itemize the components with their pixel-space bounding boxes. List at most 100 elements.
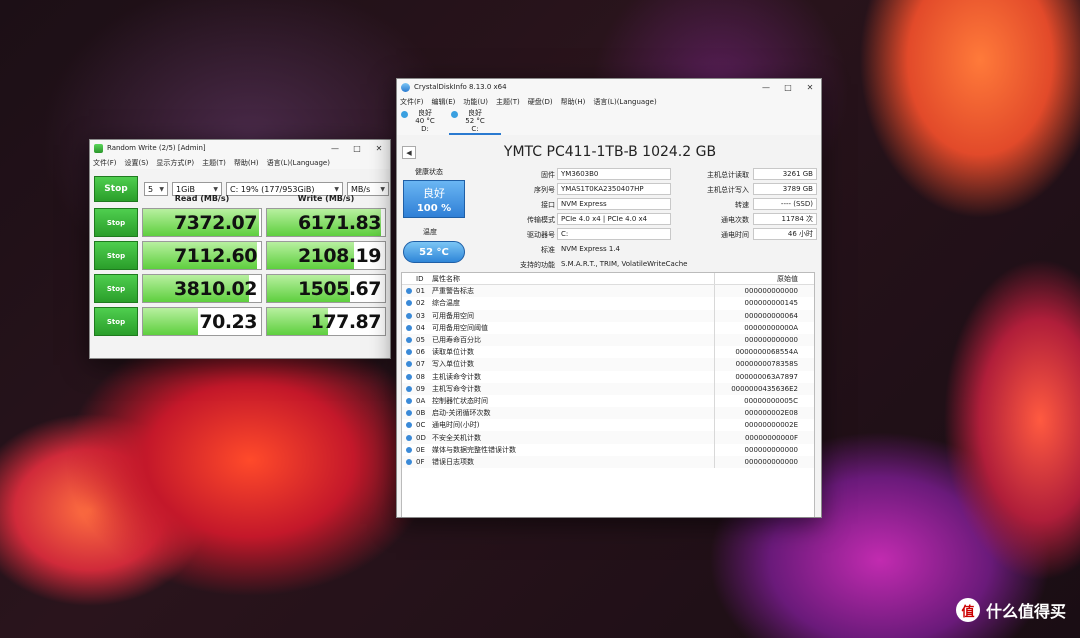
column-header-raw[interactable]: 原始值 bbox=[715, 274, 814, 284]
cdi-window-title: CrystalDiskInfo 8.13.0 x64 bbox=[414, 83, 507, 91]
row-stop-button[interactable]: Stop bbox=[94, 274, 138, 303]
column-header-name[interactable]: 属性名称 bbox=[432, 273, 715, 285]
write-value: 6171.83 bbox=[297, 212, 382, 234]
write-result-cell: 1505.67 bbox=[266, 274, 386, 303]
table-row[interactable]: 07 写入单位计数 0000000078358S bbox=[402, 358, 814, 371]
table-row[interactable]: 0B 启动-关闭循环次数 000000002E08 bbox=[402, 407, 814, 420]
attr-raw: 000000000000 bbox=[744, 445, 798, 454]
firmware-label: 固件 bbox=[541, 171, 555, 179]
cdm-menu-file[interactable]: 文件(F) bbox=[93, 158, 117, 168]
close-icon[interactable]: ✕ bbox=[368, 140, 390, 156]
attr-raw: 0000000435636E2 bbox=[731, 384, 798, 393]
table-row[interactable]: 08 主机读命令计数 000000063A7897 bbox=[402, 370, 814, 383]
status-dot-icon bbox=[406, 361, 412, 368]
drive-tab-d[interactable]: 良好 40 °C D: bbox=[399, 109, 451, 133]
status-dot-icon bbox=[406, 373, 412, 380]
write-result-cell: 6171.83 bbox=[266, 208, 386, 237]
cdm-menu-theme[interactable]: 主题(T) bbox=[202, 158, 226, 168]
cdm-menu-settings[interactable]: 设置(S) bbox=[125, 158, 149, 168]
attr-name: 不安全关机计数 bbox=[432, 431, 715, 444]
cdi-app-icon bbox=[401, 82, 410, 92]
attr-name: 已用寿命百分比 bbox=[432, 333, 715, 347]
attr-name: 媒体与数据完整性错误计数 bbox=[432, 443, 715, 456]
row-stop-button[interactable]: Stop bbox=[94, 208, 138, 237]
table-header-row: ID 属性名称 原始值 bbox=[402, 273, 814, 286]
minimize-icon[interactable]: — bbox=[755, 79, 777, 95]
drive-tab-c[interactable]: 良好 52 °C C: bbox=[449, 109, 501, 135]
attr-id: 0E bbox=[416, 445, 425, 454]
table-row[interactable]: 03 可用备用空间 000000000064 bbox=[402, 309, 814, 322]
features-label: 支持的功能 bbox=[520, 261, 555, 269]
attr-name: 通电时间(小时) bbox=[432, 419, 715, 432]
chevron-down-icon: ▼ bbox=[213, 185, 218, 193]
row-stop-button[interactable]: Stop bbox=[94, 241, 138, 270]
attr-name: 可用备用空间阈值 bbox=[432, 321, 715, 334]
status-dot-icon bbox=[406, 288, 412, 295]
row-stop-button[interactable]: Stop bbox=[94, 307, 138, 336]
cdi-menu-theme[interactable]: 主题(T) bbox=[496, 97, 520, 107]
serial-label: 序列号 bbox=[534, 186, 555, 194]
attr-id: 05 bbox=[416, 336, 425, 345]
attr-id: 07 bbox=[416, 360, 425, 369]
attr-id: 03 bbox=[416, 311, 425, 320]
write-value: 2108.19 bbox=[297, 245, 382, 267]
attr-id: 01 bbox=[416, 287, 425, 296]
table-row[interactable]: 0E 媒体与数据完整性错误计数 000000000000 bbox=[402, 443, 814, 456]
status-good-icon bbox=[401, 111, 408, 118]
health-label: 健康状态 bbox=[415, 168, 443, 176]
drive-model-title: YMTC PC411-1TB-B 1024.2 GB bbox=[503, 144, 717, 160]
test-size-value: 1GiB bbox=[176, 184, 195, 194]
all-stop-button[interactable]: Stop bbox=[94, 176, 138, 202]
attr-raw: 000000000000 bbox=[744, 287, 798, 296]
crystaldiskinfo-window: CrystalDiskInfo 8.13.0 x64 — □ ✕ 文件(F) 编… bbox=[396, 78, 822, 518]
cdi-menu-function[interactable]: 功能(U) bbox=[463, 97, 488, 107]
cdm-menubar: 文件(F) 设置(S) 显示方式(P) 主题(T) 帮助(H) 语言(L)(La… bbox=[90, 156, 390, 169]
cdm-menu-language[interactable]: 语言(L)(Language) bbox=[267, 158, 330, 168]
cdi-menu-help[interactable]: 帮助(H) bbox=[561, 97, 586, 107]
read-result-cell: 7112.60 bbox=[142, 241, 262, 270]
attr-raw: 00000000000F bbox=[744, 433, 798, 442]
read-value: 3810.02 bbox=[173, 278, 258, 300]
status-good-icon bbox=[451, 111, 458, 118]
attr-id: 0C bbox=[416, 421, 426, 430]
status-dot-icon bbox=[406, 434, 412, 441]
attr-name: 主机写命令计数 bbox=[432, 382, 715, 395]
cdm-titlebar[interactable]: Random Write (2/5) [Admin] — □ ✕ bbox=[90, 140, 390, 156]
column-header-id[interactable]: ID bbox=[416, 275, 432, 283]
cdm-menu-view[interactable]: 显示方式(P) bbox=[156, 158, 194, 168]
chevron-down-icon: ▼ bbox=[334, 185, 339, 193]
power-count-field: 11784 次 bbox=[753, 213, 817, 225]
power-count-label: 通电次数 bbox=[721, 216, 749, 224]
table-row[interactable]: 04 可用备用空间阈值 00000000000A bbox=[402, 321, 814, 334]
table-row[interactable]: 0A 控制器忙状态时间 00000000005C bbox=[402, 394, 814, 408]
power-hours-field: 46 小时 bbox=[753, 228, 817, 240]
minimize-icon[interactable]: — bbox=[324, 140, 346, 156]
cdi-menu-language[interactable]: 语言(L)(Language) bbox=[593, 97, 656, 107]
maximize-icon[interactable]: □ bbox=[777, 79, 799, 95]
cdi-menu-edit[interactable]: 编辑(E) bbox=[432, 97, 456, 107]
attr-name: 严重警告标志 bbox=[432, 285, 715, 298]
rotation-field: ---- (SSD) bbox=[753, 198, 817, 210]
cdi-menu-file[interactable]: 文件(F) bbox=[400, 97, 424, 107]
table-row[interactable]: 02 综合温度 000000000145 bbox=[402, 297, 814, 310]
cdm-menu-help[interactable]: 帮助(H) bbox=[234, 158, 259, 168]
smart-attributes-table[interactable]: ID 属性名称 原始值 01 严重警告标志 000000000000 02 综合温度 0… bbox=[401, 272, 815, 517]
table-row[interactable]: 01 严重警告标志 000000000000 bbox=[402, 285, 814, 298]
drive-letter-label: 驱动器号 bbox=[527, 231, 555, 239]
table-row[interactable]: 05 已用寿命百分比 000000000000 bbox=[402, 333, 814, 347]
status-dot-icon bbox=[406, 422, 412, 429]
table-row[interactable]: 0F 错误日志项数 000000000000 bbox=[402, 455, 814, 468]
maximize-icon[interactable]: □ bbox=[346, 140, 368, 156]
table-row[interactable]: 0D 不安全关机计数 00000000000F bbox=[402, 431, 814, 444]
cdm-app-icon bbox=[94, 143, 103, 153]
table-row[interactable]: 0C 通电时间(小时) 00000000002E bbox=[402, 419, 814, 432]
table-row[interactable]: 09 主机写命令计数 0000000435636E2 bbox=[402, 382, 814, 395]
attr-name: 错误日志项数 bbox=[432, 455, 715, 468]
table-row[interactable]: 06 读取单位计数 0000000068554A bbox=[402, 346, 814, 359]
close-icon[interactable]: ✕ bbox=[799, 79, 821, 95]
benchmark-row-4: Stop 70.23 177.87 bbox=[94, 307, 386, 336]
write-value: 177.87 bbox=[310, 311, 382, 333]
cdi-menu-disk[interactable]: 硬盘(D) bbox=[528, 97, 553, 107]
cdi-titlebar[interactable]: CrystalDiskInfo 8.13.0 x64 — □ ✕ bbox=[397, 79, 821, 95]
attr-id: 0D bbox=[416, 433, 426, 442]
